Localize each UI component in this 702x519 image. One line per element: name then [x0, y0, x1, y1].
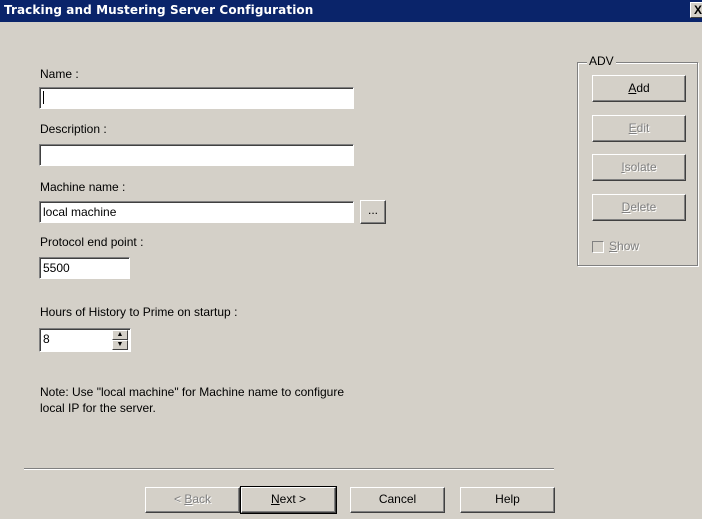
name-label: Name :: [40, 67, 79, 81]
adv-legend: ADV: [587, 54, 616, 68]
name-input[interactable]: [39, 87, 354, 109]
spin-up-icon[interactable]: ▲: [112, 330, 128, 340]
next-mnemonic: N: [270, 492, 280, 506]
isolate-button[interactable]: Isolate: [592, 154, 686, 181]
hours-label: Hours of History to Prime on startup :: [40, 305, 238, 319]
machine-name-input[interactable]: local machine: [39, 201, 354, 223]
show-label-text: how: [617, 239, 640, 253]
next-button[interactable]: Next >: [240, 486, 337, 514]
add-button[interactable]: Add: [592, 75, 686, 102]
note-line-2: local IP for the server.: [40, 401, 156, 415]
edit-label: dit: [636, 121, 650, 135]
delete-label: elete: [630, 200, 657, 214]
spin-down-icon[interactable]: ▼: [112, 340, 128, 350]
text-caret: [43, 91, 44, 104]
edit-mnemonic: E: [628, 121, 637, 135]
delete-button[interactable]: Delete: [592, 194, 686, 221]
window-title: Tracking and Mustering Server Configurat…: [4, 3, 314, 17]
edit-button[interactable]: Edit: [592, 115, 686, 142]
next-label: ext >: [279, 492, 307, 506]
delete-mnemonic: D: [621, 200, 631, 214]
help-button[interactable]: Help: [460, 487, 555, 513]
back-label: ack: [192, 492, 212, 506]
isolate-label: solate: [624, 160, 657, 174]
cancel-button[interactable]: Cancel: [350, 487, 445, 513]
browse-machine-button[interactable]: ...: [360, 200, 386, 224]
show-checkbox-label[interactable]: Show: [609, 239, 639, 253]
hours-value: 8: [43, 332, 50, 346]
machine-name-label: Machine name :: [40, 180, 126, 194]
back-button[interactable]: < Back: [145, 487, 240, 513]
back-prefix: <: [173, 492, 185, 506]
show-mnemonic: S: [609, 239, 618, 253]
add-label: dd: [636, 81, 650, 95]
note-line-1: Note: Use "local machine" for Machine na…: [40, 385, 345, 399]
machine-name-value: local machine: [43, 205, 117, 219]
close-icon[interactable]: X: [690, 2, 702, 18]
footer-separator: [24, 468, 554, 470]
protocol-value: 5500: [43, 261, 70, 275]
title-bar: Tracking and Mustering Server Configurat…: [0, 0, 702, 22]
show-checkbox[interactable]: [592, 241, 604, 253]
protocol-input[interactable]: 5500: [39, 257, 130, 279]
protocol-label: Protocol end point :: [40, 235, 144, 249]
description-input[interactable]: [39, 144, 354, 166]
description-label: Description :: [40, 122, 107, 136]
